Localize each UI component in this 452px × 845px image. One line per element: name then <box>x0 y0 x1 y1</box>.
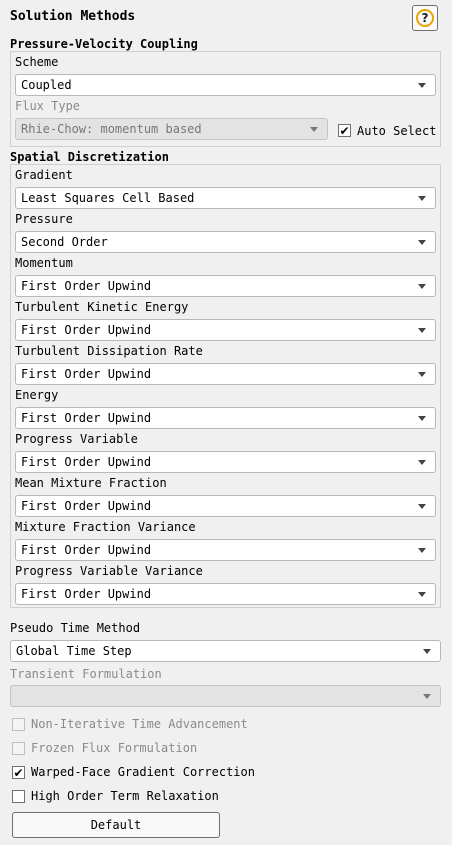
high-order-term-relaxation-checkbox[interactable] <box>12 790 25 803</box>
chevron-down-icon <box>418 196 426 201</box>
progress-variable-label: Progress Variable <box>15 432 138 446</box>
energy-value: First Order Upwind <box>21 411 152 425</box>
pseudo-time-dropdown[interactable]: Global Time Step <box>10 640 441 662</box>
gradient-label: Gradient <box>15 168 73 182</box>
progress-variable-variance-label: Progress Variable Variance <box>15 564 203 578</box>
checkmark-icon: ✔ <box>13 765 24 780</box>
momentum-value: First Order Upwind <box>21 279 152 293</box>
transient-dropdown[interactable] <box>10 685 441 707</box>
scheme-label: Scheme <box>15 55 59 69</box>
chevron-down-icon <box>418 504 426 509</box>
warped-face-gradient-correction-label[interactable]: Warped-Face Gradient Correction <box>31 765 255 779</box>
chevron-down-icon <box>418 592 426 597</box>
chevron-down-icon <box>423 649 431 654</box>
mixture-fraction-variance-value: First Order Upwind <box>21 543 152 557</box>
spatial-heading: Spatial Discretization <box>10 150 169 164</box>
chevron-down-icon <box>418 372 426 377</box>
high-order-term-relaxation-label[interactable]: High Order Term Relaxation <box>31 789 219 803</box>
checkmark-icon: ✔ <box>339 123 350 138</box>
auto-select-checkbox[interactable]: ✔ <box>338 124 351 137</box>
turbulent-dissipation-rate-dropdown[interactable]: First Order Upwind <box>15 363 436 385</box>
chevron-down-icon <box>418 284 426 289</box>
scheme-dropdown[interactable]: Coupled <box>15 74 436 96</box>
non-iterative-time-advancement-checkbox[interactable] <box>12 718 25 731</box>
chevron-down-icon <box>418 83 426 88</box>
pseudo-time-label: Pseudo Time Method <box>10 621 141 635</box>
warped-face-gradient-correction-checkbox[interactable]: ✔ <box>12 766 25 779</box>
help-icon: ? <box>416 9 434 27</box>
transient-label: Transient Formulation <box>10 667 162 681</box>
momentum-label: Momentum <box>15 256 73 270</box>
progress-variable-dropdown[interactable]: First Order Upwind <box>15 451 436 473</box>
scheme-value: Coupled <box>21 78 72 92</box>
pressure-label: Pressure <box>15 212 73 226</box>
chevron-down-icon <box>418 416 426 421</box>
non-iterative-time-advancement-label[interactable]: Non-Iterative Time Advancement <box>31 717 248 731</box>
flux-type-label: Flux Type <box>15 99 81 113</box>
mean-mixture-fraction-label: Mean Mixture Fraction <box>15 476 167 490</box>
default-button[interactable]: Default <box>12 812 220 838</box>
mixture-fraction-variance-label: Mixture Fraction Variance <box>15 520 196 534</box>
frozen-flux-formulation-label[interactable]: Frozen Flux Formulation <box>31 741 197 755</box>
panel-title: Solution Methods <box>10 9 136 24</box>
pseudo-time-value: Global Time Step <box>16 644 132 658</box>
frozen-flux-formulation-checkbox[interactable] <box>12 742 25 755</box>
help-button[interactable]: ? <box>412 5 438 31</box>
turbulent-kinetic-energy-dropdown[interactable]: First Order Upwind <box>15 319 436 341</box>
turbulent-dissipation-rate-value: First Order Upwind <box>21 367 152 381</box>
pressure-dropdown[interactable]: Second Order <box>15 231 436 253</box>
turbulent-dissipation-rate-label: Turbulent Dissipation Rate <box>15 344 203 358</box>
mixture-fraction-variance-dropdown[interactable]: First Order Upwind <box>15 539 436 561</box>
progress-variable-variance-value: First Order Upwind <box>21 587 152 601</box>
chevron-down-icon <box>418 240 426 245</box>
chevron-down-icon <box>418 460 426 465</box>
progress-variable-variance-dropdown[interactable]: First Order Upwind <box>15 583 436 605</box>
auto-select-label[interactable]: Auto Select <box>357 124 436 138</box>
turbulent-kinetic-energy-label: Turbulent Kinetic Energy <box>15 300 189 314</box>
energy-label: Energy <box>15 388 59 402</box>
gradient-dropdown[interactable]: Least Squares Cell Based <box>15 187 436 209</box>
chevron-down-icon <box>423 694 431 699</box>
gradient-value: Least Squares Cell Based <box>21 191 195 205</box>
flux-type-value: Rhie-Chow: momentum based <box>21 122 202 136</box>
pv-coupling-heading: Pressure-Velocity Coupling <box>10 37 198 51</box>
pressure-value: Second Order <box>21 235 108 249</box>
progress-variable-value: First Order Upwind <box>21 455 152 469</box>
chevron-down-icon <box>418 548 426 553</box>
mean-mixture-fraction-value: First Order Upwind <box>21 499 152 513</box>
turbulent-kinetic-energy-value: First Order Upwind <box>21 323 152 337</box>
chevron-down-icon <box>310 127 318 132</box>
momentum-dropdown[interactable]: First Order Upwind <box>15 275 436 297</box>
flux-type-dropdown[interactable]: Rhie-Chow: momentum based <box>15 118 328 140</box>
chevron-down-icon <box>418 328 426 333</box>
mean-mixture-fraction-dropdown[interactable]: First Order Upwind <box>15 495 436 517</box>
energy-dropdown[interactable]: First Order Upwind <box>15 407 436 429</box>
